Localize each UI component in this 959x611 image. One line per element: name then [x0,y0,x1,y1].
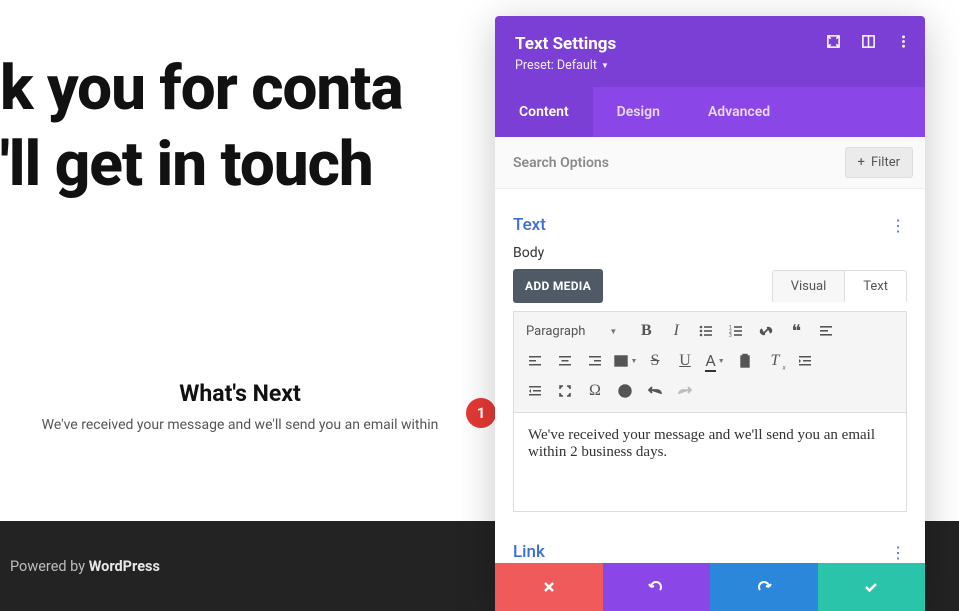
editor-tab-text[interactable]: Text [844,271,906,302]
step-marker: 1 [466,398,496,428]
search-bar: Search Options + Filter [495,137,925,189]
paste-icon[interactable] [730,348,760,374]
editor-tab-visual[interactable]: Visual [773,271,845,302]
panel-tabs: Content Design Advanced [495,87,925,137]
columns-icon[interactable] [861,34,876,49]
editor-toolbar: Paragraph ▼ B I 123 ❝ ▼ S U A▼ [513,311,907,413]
undo-icon[interactable] [640,378,670,404]
quote-icon[interactable]: ❝ [781,318,811,344]
numbered-list-icon[interactable]: 123 [721,318,751,344]
strikethrough-icon[interactable]: S [640,348,670,374]
format-select-label: Paragraph [526,324,585,339]
omega-icon[interactable]: Ω [580,378,610,404]
section-title-text[interactable]: Text [513,215,546,235]
underline-icon[interactable]: U [670,348,700,374]
svg-text:3: 3 [729,333,732,339]
footer-brand: WordPress [89,558,160,575]
bullet-list-icon[interactable] [691,318,721,344]
tab-content[interactable]: Content [495,87,593,137]
expand-icon[interactable] [826,34,841,49]
align-right-icon[interactable] [580,348,610,374]
whats-next-title: What's Next [0,380,480,407]
format-select[interactable]: Paragraph ▼ [520,320,623,343]
add-media-button[interactable]: ADD MEDIA [513,269,603,303]
table-icon[interactable]: ▼ [610,348,640,374]
kebab-icon[interactable] [896,34,911,49]
section-kebab-icon[interactable]: ⋮ [890,216,907,235]
align-icon[interactable] [811,318,841,344]
hero-line-2: 'll get in touch [0,131,403,199]
text-color-icon[interactable]: A▼ [700,348,730,374]
clear-format-icon[interactable]: Tₓ [760,348,790,374]
preset-label: Preset: Default [515,58,597,73]
section-link-kebab-icon[interactable]: ⋮ [890,543,907,562]
chevron-down-icon: ▼ [601,61,609,70]
undo-button[interactable] [603,563,711,611]
cancel-button[interactable] [495,563,603,611]
align-center-icon[interactable] [550,348,580,374]
panel-header[interactable]: Text Settings Preset: Default ▼ [495,16,925,87]
tab-design[interactable]: Design [593,87,684,137]
body-field-label: Body [513,245,907,261]
search-input[interactable]: Search Options [513,155,609,171]
whats-next-block: What's Next We've received your message … [0,380,480,433]
section-title-link[interactable]: Link [513,542,545,562]
link-icon[interactable] [751,318,781,344]
preset-selector[interactable]: Preset: Default ▼ [515,58,905,73]
plus-icon: + [858,155,865,170]
tab-advanced[interactable]: Advanced [684,87,794,137]
settings-panel: Text Settings Preset: Default ▼ Content … [495,16,925,611]
hero-line-1: k you for conta [0,55,403,123]
italic-icon[interactable]: I [661,318,691,344]
emoji-icon[interactable] [610,378,640,404]
footer-prefix: Powered by [10,558,85,575]
align-left-icon[interactable] [520,348,550,374]
editor-content-area[interactable]: We've received your message and we'll se… [513,413,907,512]
dropdown-icon: ▼ [609,327,617,336]
redo-icon[interactable] [670,378,700,404]
indent-icon[interactable] [790,348,820,374]
panel-actions [495,563,925,611]
bold-icon[interactable]: B [631,318,661,344]
filter-button[interactable]: + Filter [845,147,913,178]
fullscreen-icon[interactable] [550,378,580,404]
filter-label: Filter [871,155,900,170]
redo-button[interactable] [710,563,818,611]
editor-mode-tabs: Visual Text [772,270,907,302]
outdent-icon[interactable] [520,378,550,404]
whats-next-body: We've received your message and we'll se… [0,417,480,433]
panel-body: Text ⋮ Body ADD MEDIA Visual Text Paragr… [495,189,925,563]
confirm-button[interactable] [818,563,926,611]
